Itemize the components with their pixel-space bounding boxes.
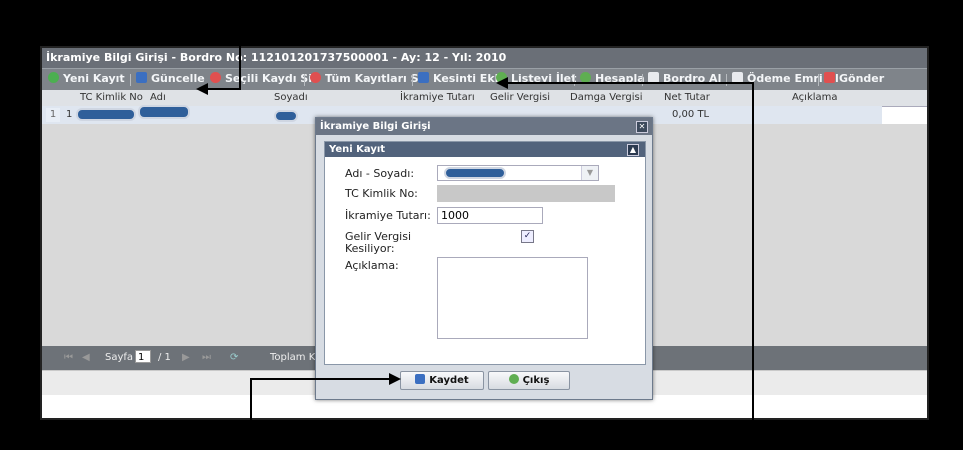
toolbar-separator xyxy=(642,74,643,86)
deduction-icon xyxy=(418,72,429,83)
name-label: Adı - Soyadı: xyxy=(345,167,415,180)
tax-checkbox[interactable]: ✓ xyxy=(521,230,534,243)
annotation-line xyxy=(752,82,754,450)
delete-all-button[interactable]: Tüm Kayıtları Sil xyxy=(310,72,426,85)
toolbar-separator xyxy=(130,74,131,86)
annotation-line xyxy=(508,82,753,84)
tc-cell: 1 xyxy=(66,109,73,120)
redacted-tc xyxy=(76,108,136,121)
page-label: Sayfa xyxy=(105,352,134,363)
exit-button[interactable]: Çıkış xyxy=(488,371,570,390)
row-number: 1 xyxy=(46,108,60,122)
toolbar-separator xyxy=(726,74,727,86)
new-record-button[interactable]: Yeni Kayıt xyxy=(48,72,125,85)
delete-all-icon xyxy=(310,72,321,83)
bonus-dialog: İkramiye Bilgi Girişi ✕ Yeni Kayıt ▲ Adı… xyxy=(315,117,653,400)
tax-label-line2: Kesiliyor: xyxy=(345,242,395,255)
redacted-name xyxy=(138,105,190,119)
tc-field xyxy=(437,185,615,202)
save-icon xyxy=(415,374,426,384)
column-header[interactable]: Soyadı xyxy=(274,90,308,106)
save-button[interactable]: Kaydet xyxy=(400,371,484,390)
last-page-icon[interactable]: ⏭ xyxy=(202,352,211,363)
redacted-surname xyxy=(274,110,298,122)
annotation-line xyxy=(206,88,241,90)
bonus-label: İkramiye Tutarı: xyxy=(345,209,431,222)
arrowhead-icon xyxy=(196,83,208,95)
exit-icon xyxy=(508,374,519,384)
close-icon[interactable]: ✕ xyxy=(636,121,648,133)
toolbar-separator xyxy=(818,74,819,86)
toolbar-separator xyxy=(412,74,413,86)
refresh-icon[interactable]: ⟳ xyxy=(230,352,238,363)
update-button[interactable]: Güncelle xyxy=(136,72,205,85)
send-icon xyxy=(824,72,835,83)
add-icon xyxy=(48,72,59,83)
annotation-line xyxy=(250,378,252,450)
toolbar-separator xyxy=(574,74,575,86)
note-label: Açıklama: xyxy=(345,259,399,272)
annotation-line xyxy=(239,0,241,90)
page-total: / 1 xyxy=(158,352,171,363)
column-header[interactable]: Açıklama xyxy=(792,90,838,106)
column-header[interactable]: Damga Vergisi xyxy=(570,90,643,106)
new-record-panel: Yeni Kayıt ▲ Adı - Soyadı: ▼ TC Kimlik N… xyxy=(324,141,646,365)
net-cell: 0,00 TL xyxy=(672,109,710,120)
add-deduction-button[interactable]: Kesinti Ekle xyxy=(418,72,506,85)
page-input[interactable]: 1 xyxy=(135,350,151,363)
note-textarea[interactable] xyxy=(437,257,588,339)
column-header[interactable]: TC Kimlik No xyxy=(80,90,143,106)
chevron-down-icon[interactable]: ▼ xyxy=(581,166,598,180)
panel-title: Yeni Kayıt xyxy=(325,142,645,157)
dialog-title: İkramiye Bilgi Girişi xyxy=(316,118,652,135)
prev-page-icon[interactable]: ◀ xyxy=(82,352,90,363)
toolbar-separator xyxy=(304,74,305,86)
column-header[interactable]: Net Tutar xyxy=(664,90,710,106)
delete-icon xyxy=(210,72,221,83)
annotation-line xyxy=(250,378,390,380)
send-button[interactable]: Gönder xyxy=(824,72,884,85)
window-title: İkramiye Bilgi Girişi - Bordro No: 11210… xyxy=(42,48,927,68)
first-page-icon[interactable]: ⏮ xyxy=(64,352,73,363)
bonus-amount-field[interactable]: 1000 xyxy=(437,207,543,224)
toolbar: Yeni Kayıt Güncelle Seçili Kaydı Sil Tüm… xyxy=(42,68,927,90)
collapse-icon[interactable]: ▲ xyxy=(627,144,639,156)
column-header[interactable]: İkramiye Tutarı xyxy=(400,90,475,106)
name-select[interactable]: ▼ xyxy=(437,165,599,181)
arrowhead-icon xyxy=(496,77,508,89)
column-header[interactable]: Adı xyxy=(150,90,166,106)
arrowhead-icon xyxy=(389,373,401,385)
save-icon xyxy=(136,72,147,83)
redacted-name-value xyxy=(444,167,506,179)
tc-label: TC Kimlik No: xyxy=(345,187,418,200)
delete-selected-button[interactable]: Seçili Kaydı Sil xyxy=(210,72,316,85)
next-page-icon[interactable]: ▶ xyxy=(182,352,190,363)
column-header[interactable]: Gelir Vergisi xyxy=(490,90,550,106)
